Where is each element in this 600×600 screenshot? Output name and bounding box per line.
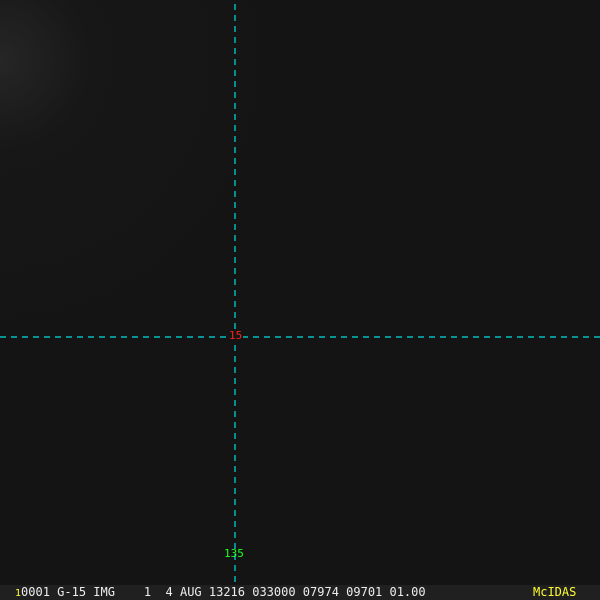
- longitude-label: 135: [224, 547, 244, 560]
- crosshair: [0, 4, 600, 585]
- satellite-image-display[interactable]: 15 135 10001 G-15 IMG 1 4 AUG 13216 0330…: [0, 0, 600, 600]
- image-info: 0001 G-15 IMG 1 4 AUG 13216 033000 07974…: [21, 585, 426, 599]
- center-value-label: 15: [228, 329, 244, 342]
- mcidas-brand: McIDAS: [533, 585, 577, 599]
- status-bar: 10001 G-15 IMG 1 4 AUG 13216 033000 0797…: [0, 585, 600, 600]
